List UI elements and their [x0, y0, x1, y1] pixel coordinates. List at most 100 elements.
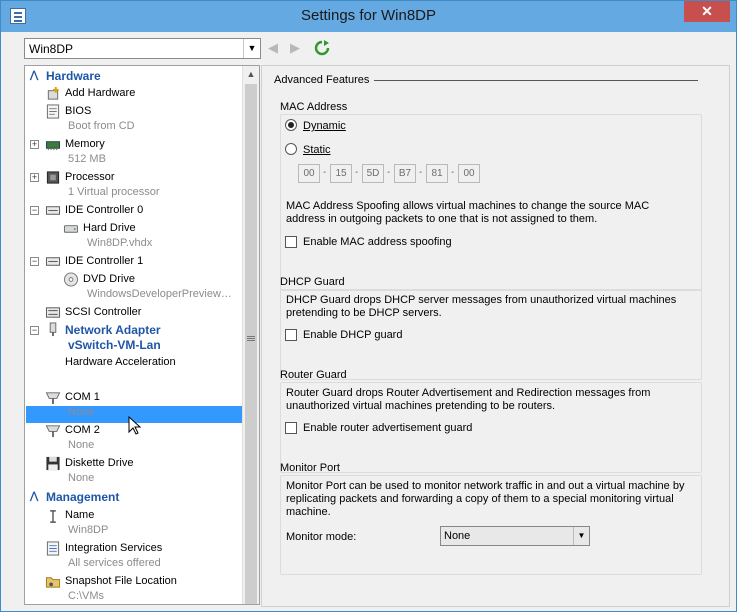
tree-item-add-hardware[interactable]: Add Hardware — [65, 87, 135, 99]
expand-plus-icon[interactable]: + — [30, 140, 39, 149]
tree-scrollbar[interactable]: ▲ — [242, 66, 259, 604]
tree-item-integration-detail: All services offered — [68, 557, 161, 569]
tree-item-com2[interactable]: COM 2 — [65, 424, 100, 436]
mac-separator: - — [419, 167, 423, 178]
monitor-port-description: Monitor Port can be used to monitor netw… — [286, 480, 685, 518]
tree-item-hardware-acceleration[interactable]: Hardware Acceleration — [65, 356, 176, 368]
tree-item-processor-detail: 1 Virtual processor — [68, 186, 160, 198]
ide-controller-icon — [45, 257, 61, 266]
mac-octet-1[interactable]: 00 — [298, 164, 320, 183]
processor-icon — [46, 171, 60, 184]
scroll-up-icon[interactable]: ▲ — [243, 66, 259, 83]
router-guard-description: Router Guard drops Router Advertisement … — [286, 387, 651, 412]
scroll-grip-icon — [247, 336, 255, 337]
expand-plus-icon[interactable]: + — [30, 173, 39, 182]
integration-services-icon — [46, 541, 60, 556]
tree-item-dvd-drive[interactable]: DVD Drive — [83, 273, 135, 285]
tree-item-advanced-features[interactable]: Advanced Features — [65, 374, 160, 386]
tree-item-scsi-controller[interactable]: SCSI Controller — [65, 306, 141, 318]
collapse-chevron-icon[interactable]: ⋀ — [30, 70, 38, 81]
mac-separator: - — [355, 167, 359, 178]
collapse-chevron-icon[interactable]: ⋀ — [30, 491, 38, 502]
tree-item-snapshot-location[interactable]: Snapshot File Location — [65, 575, 177, 587]
tree-item-name-detail: Win8DP — [68, 524, 109, 536]
tree-item-ide-controller-0[interactable]: IDE Controller 0 — [65, 204, 143, 216]
dhcp-guard-description: DHCP Guard drops DHCP server messages fr… — [286, 294, 677, 319]
tree-item-hard-drive[interactable]: Hard Drive — [83, 222, 136, 234]
snapshot-folder-icon — [45, 577, 61, 588]
tree-item-network-adapter[interactable]: Network Adapter — [65, 323, 161, 337]
bios-icon — [46, 104, 60, 119]
close-button[interactable]: ✕ — [684, 1, 730, 22]
tree-item-snapshot-detail: C:\VMs — [68, 590, 105, 602]
tree-item-network-adapter-detail: vSwitch-VM-Lan — [68, 338, 161, 352]
tree-item-integration-services[interactable]: Integration Services — [65, 542, 162, 554]
dhcp-guard-group-label: DHCP Guard — [280, 276, 345, 288]
tree-item-bios-detail: Boot from CD — [68, 120, 135, 132]
static-mac-fields: 00 - 15 - 5D - B7 - 81 - 00 — [298, 164, 488, 184]
static-radio-label[interactable]: Static — [303, 144, 331, 156]
mac-octet-6[interactable]: 00 — [458, 164, 480, 183]
dynamic-radio-label[interactable]: Dynamic — [303, 120, 346, 132]
mac-spoofing-label[interactable]: Enable MAC address spoofing — [303, 236, 452, 248]
collapse-minus-icon[interactable]: − — [30, 257, 39, 266]
router-guard-group-label: Router Guard — [280, 369, 347, 381]
mac-address-group-label: MAC Address — [280, 101, 348, 113]
router-guard-label[interactable]: Enable router advertisement guard — [303, 422, 472, 434]
tree-item-hard-drive-detail: Win8DP.vhdx — [87, 237, 153, 249]
mac-spoofing-description: MAC Address Spoofing allows virtual mach… — [286, 200, 650, 225]
diskette-icon — [46, 456, 60, 471]
tree-item-ide-controller-1[interactable]: IDE Controller 1 — [65, 255, 143, 267]
settings-window: Settings for Win8DP ✕ Win8DP ▼ ◀ ▶ ⋀ Har… — [0, 0, 737, 612]
forward-arrow-icon[interactable]: ▶ — [290, 40, 300, 56]
com-port-icon — [45, 392, 61, 405]
mac-separator: - — [323, 167, 327, 178]
tree-item-com2-detail: None — [68, 439, 95, 451]
hard-drive-icon — [63, 225, 79, 233]
collapse-minus-icon[interactable]: − — [30, 206, 39, 215]
router-guard-checkbox[interactable] — [285, 422, 297, 434]
network-adapter-icon — [49, 322, 57, 337]
chevron-down-icon: ▼ — [243, 39, 260, 58]
dynamic-radio[interactable] — [285, 119, 297, 131]
title-bar: Settings for Win8DP ✕ — [1, 1, 736, 32]
tree-item-bios[interactable]: BIOS — [65, 105, 91, 117]
monitor-port-group-label: Monitor Port — [280, 462, 340, 474]
vm-selector-value: Win8DP — [29, 42, 74, 56]
content-scrollbar[interactable] — [721, 66, 729, 606]
add-hardware-icon — [47, 86, 59, 100]
hardware-tree-panel: ⋀ Hardware Add Hardware BIOS Boot from C… — [24, 65, 260, 605]
tree-item-name[interactable]: Name — [65, 509, 94, 521]
refresh-icon[interactable] — [314, 40, 330, 56]
tree-item-diskette-drive[interactable]: Diskette Drive — [65, 457, 133, 469]
scsi-controller-icon — [45, 307, 61, 318]
name-icon — [50, 510, 56, 523]
memory-icon — [45, 141, 61, 151]
scroll-thumb[interactable] — [245, 84, 257, 604]
collapse-minus-icon[interactable]: − — [30, 326, 39, 335]
mac-octet-5[interactable]: 81 — [426, 164, 448, 183]
dhcp-guard-label[interactable]: Enable DHCP guard — [303, 329, 402, 341]
mac-separator: - — [451, 167, 455, 178]
tree-item-memory[interactable]: Memory — [65, 138, 105, 150]
monitor-mode-label: Monitor mode: — [286, 531, 357, 543]
mac-spoofing-checkbox[interactable] — [285, 236, 297, 248]
back-arrow-icon[interactable]: ◀ — [268, 40, 278, 56]
dhcp-guard-checkbox[interactable] — [285, 329, 297, 341]
tree-item-com1-detail: None — [68, 406, 95, 418]
management-section-header[interactable]: ⋀ Management — [25, 490, 244, 506]
tree-item-com1[interactable]: COM 1 — [65, 391, 100, 403]
mac-octet-3[interactable]: 5D — [362, 164, 384, 183]
tree-item-processor[interactable]: Processor — [65, 171, 115, 183]
tree-item-memory-detail: 512 MB — [68, 153, 106, 165]
mac-octet-2[interactable]: 15 — [330, 164, 352, 183]
vm-selector-dropdown[interactable]: Win8DP ▼ — [24, 38, 261, 59]
hardware-section-header[interactable]: ⋀ Hardware — [25, 69, 244, 85]
static-radio[interactable] — [285, 143, 297, 155]
monitor-mode-select[interactable]: None ▼ — [440, 526, 590, 546]
heading-divider — [374, 80, 698, 81]
client-area: Win8DP ▼ ◀ ▶ ⋀ Hardware Add Hardware BIO… — [9, 32, 730, 607]
mac-octet-4[interactable]: B7 — [394, 164, 416, 183]
mouse-cursor-icon — [128, 416, 142, 435]
mac-separator: - — [387, 167, 391, 178]
